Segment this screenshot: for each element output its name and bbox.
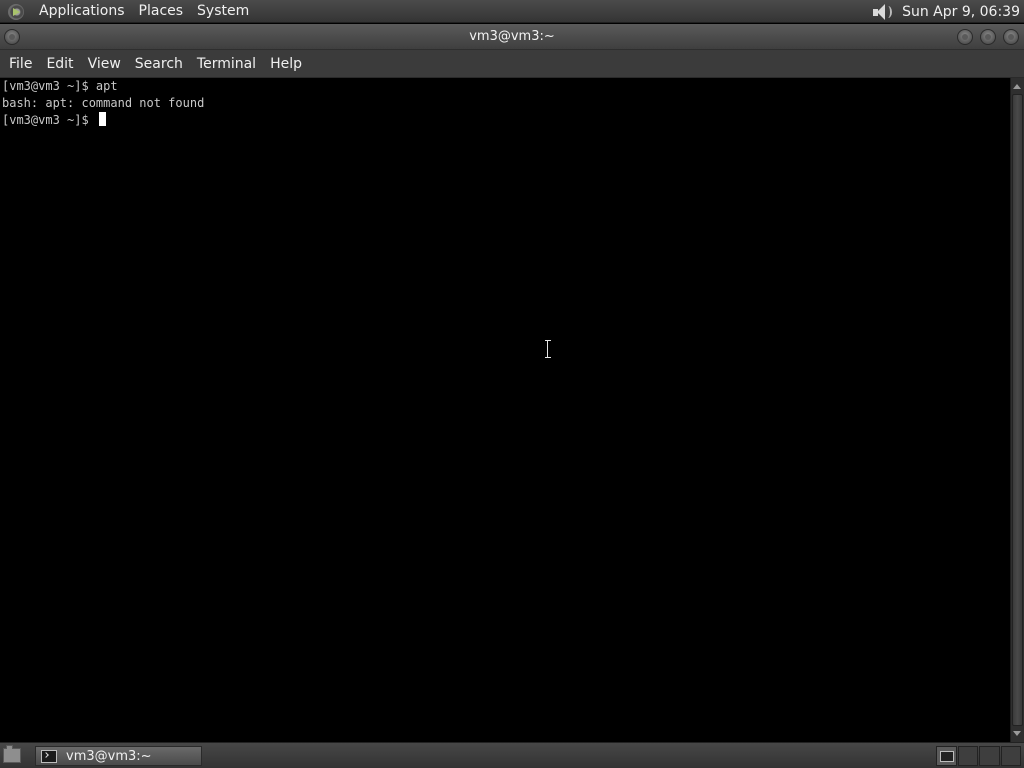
scroll-thumb[interactable] xyxy=(1012,94,1023,726)
menu-terminal[interactable]: Terminal xyxy=(190,50,263,78)
window-title-bar[interactable]: vm3@vm3:~ xyxy=(0,24,1024,50)
terminal-line: bash: apt: command not found xyxy=(2,96,205,110)
volume-icon[interactable] xyxy=(870,2,893,22)
bottom-panel: vm3@vm3:~ xyxy=(0,742,1024,768)
terminal-prompt-line: [vm3@vm3 ~]$ xyxy=(2,112,1008,129)
terminal-scrollbar[interactable] xyxy=(1010,78,1024,742)
taskbar-item-label: vm3@vm3:~ xyxy=(66,748,152,764)
system-menu[interactable]: System xyxy=(190,0,256,23)
workspace-4[interactable] xyxy=(1000,746,1021,766)
ibeam-cursor-icon xyxy=(545,340,551,358)
show-desktop-icon[interactable] xyxy=(3,745,21,763)
top-panel-right: Sun Apr 9, 06:39 xyxy=(870,0,1024,23)
menu-view[interactable]: View xyxy=(81,50,128,78)
minimize-button[interactable] xyxy=(957,29,973,45)
os-logo-icon[interactable] xyxy=(8,3,24,20)
menu-help[interactable]: Help xyxy=(263,50,309,78)
taskbar-item-terminal[interactable]: vm3@vm3:~ xyxy=(35,746,202,766)
text-cursor xyxy=(98,112,106,126)
maximize-button[interactable] xyxy=(980,29,996,45)
applications-menu[interactable]: Applications xyxy=(32,0,132,23)
scroll-down-icon[interactable] xyxy=(1013,731,1021,736)
top-panel: Applications Places System Sun Apr 9, 06… xyxy=(0,0,1024,23)
places-menu[interactable]: Places xyxy=(132,0,191,23)
close-button[interactable] xyxy=(1003,29,1019,45)
terminal-output[interactable]: [vm3@vm3 ~]$ apt bash: apt: command not … xyxy=(0,78,1010,742)
workspace-3[interactable] xyxy=(979,746,1000,766)
terminal-prompt: [vm3@vm3 ~]$ xyxy=(2,113,96,127)
top-panel-left: Applications Places System xyxy=(0,0,256,23)
menu-edit[interactable]: Edit xyxy=(39,50,80,78)
clock[interactable]: Sun Apr 9, 06:39 xyxy=(902,4,1024,20)
window-title: vm3@vm3:~ xyxy=(469,29,555,44)
terminal-icon xyxy=(41,749,57,763)
menu-file[interactable]: File xyxy=(0,50,39,78)
menu-bar: File Edit View Search Terminal Help xyxy=(0,50,1024,78)
scroll-up-icon[interactable] xyxy=(1013,84,1021,89)
workspace-switcher xyxy=(936,746,1022,766)
window-menu-button[interactable] xyxy=(4,29,20,45)
terminal-line: [vm3@vm3 ~]$ apt xyxy=(2,79,118,93)
menu-search[interactable]: Search xyxy=(128,50,190,78)
workspace-1[interactable] xyxy=(936,746,957,766)
workspace-2[interactable] xyxy=(957,746,978,766)
